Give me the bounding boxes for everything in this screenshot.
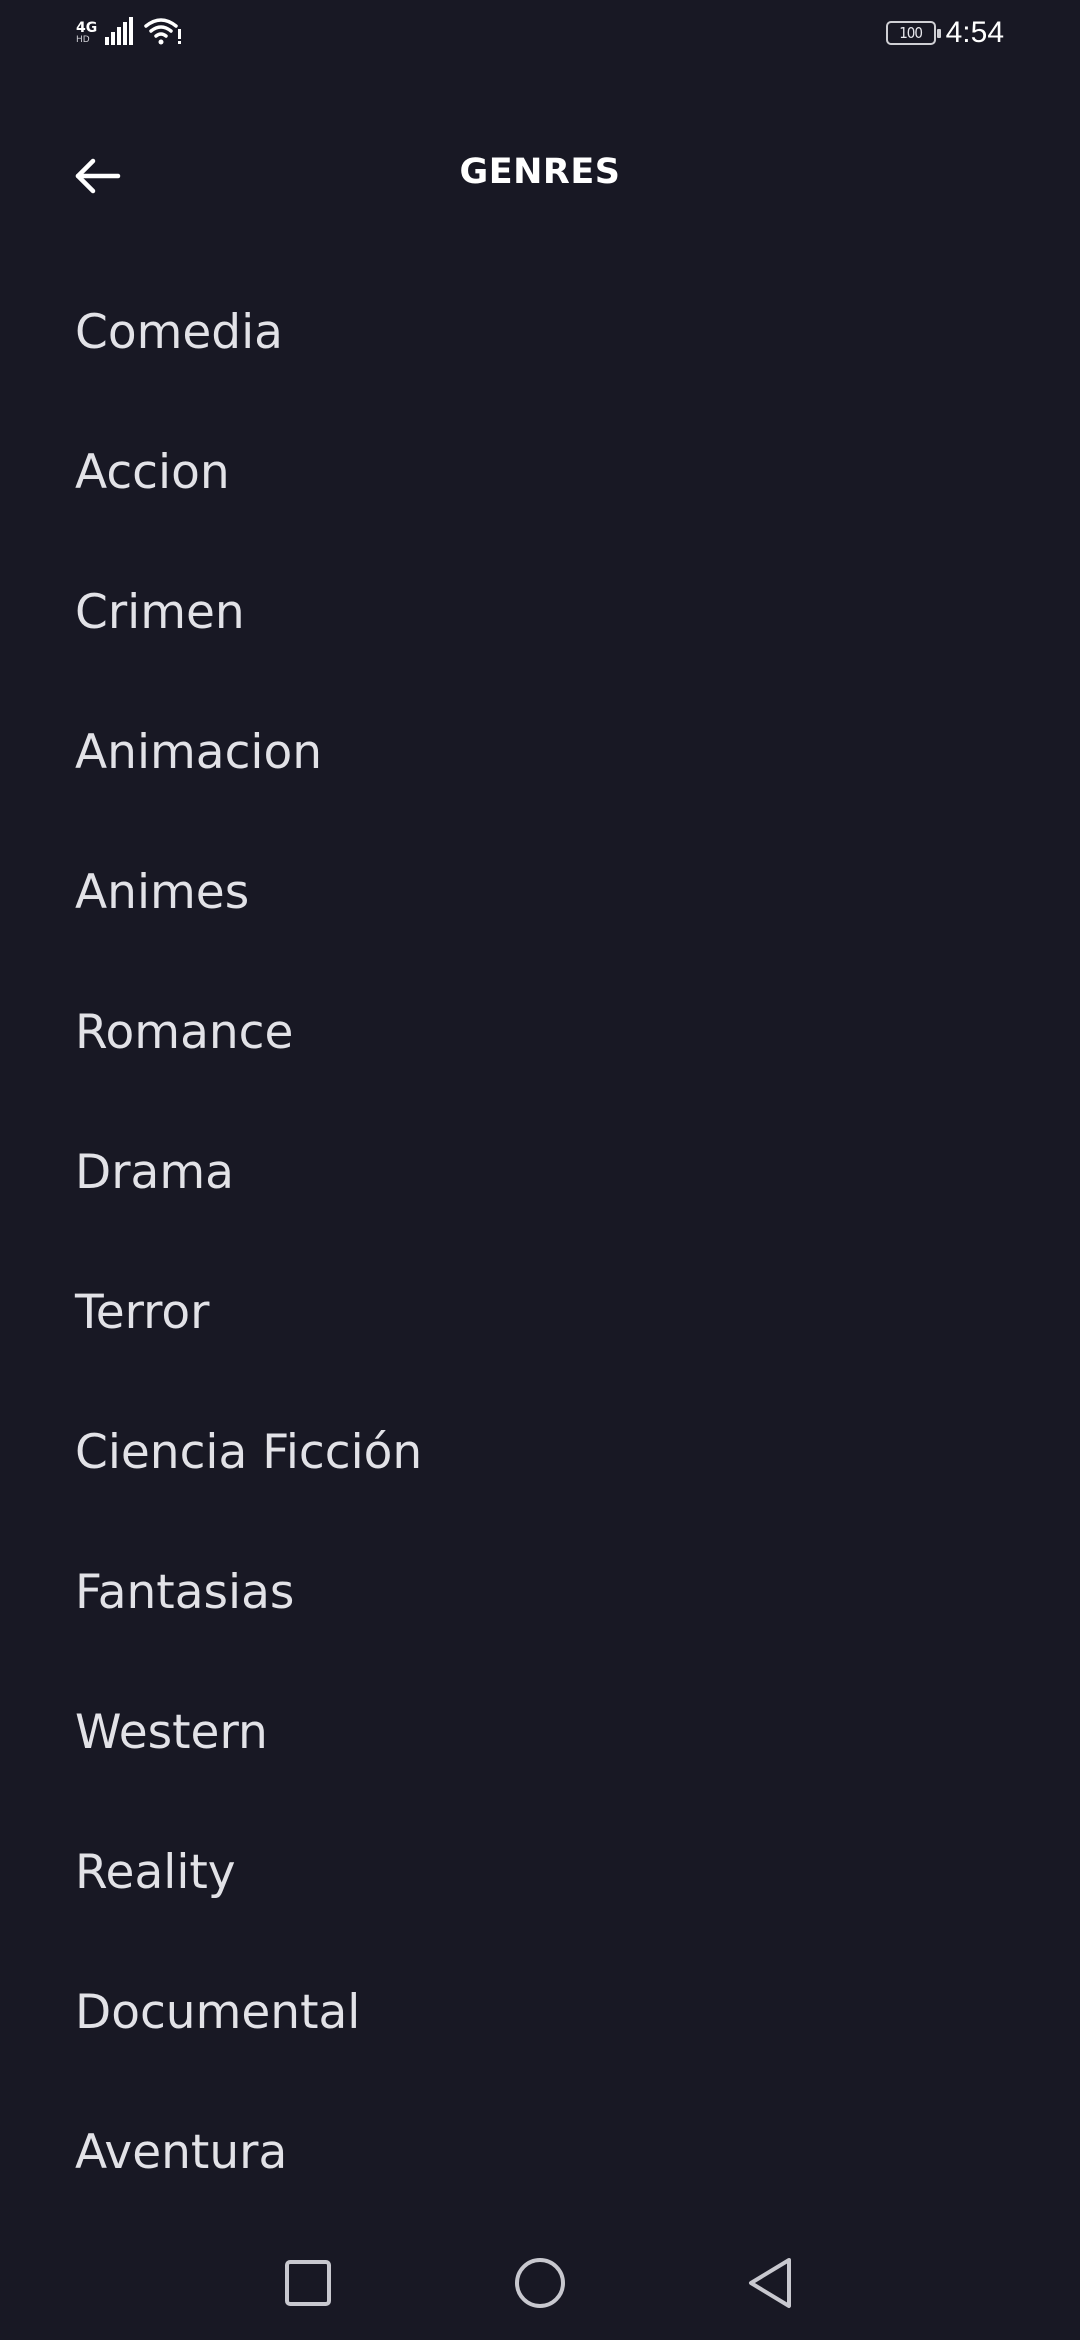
battery-level: 100 (899, 24, 923, 42)
battery-icon: 100 (885, 21, 941, 45)
signal-icon (105, 17, 135, 49)
square-icon (284, 2259, 332, 2311)
genre-item[interactable]: Reality (0, 1802, 1080, 1942)
genre-item[interactable]: Animes (0, 822, 1080, 962)
genre-item[interactable]: Aventura (0, 2082, 1080, 2222)
status-bar: 4G HD 100 4:54 (0, 0, 1080, 70)
genres-screen: 4G HD 100 4:54 GENRES Comedia Accion Cri… (0, 0, 1080, 2340)
genre-item[interactable]: Accion (0, 402, 1080, 542)
status-left: 4G HD (76, 16, 183, 50)
clock: 4:54 (945, 16, 1004, 49)
genre-item[interactable]: Romance (0, 962, 1080, 1102)
network-type: 4G HD (76, 21, 97, 45)
genre-item[interactable]: Terror (0, 1242, 1080, 1382)
genre-item[interactable]: Documental (0, 1942, 1080, 2082)
genre-item[interactable]: Animacion (0, 682, 1080, 822)
genre-item[interactable]: Comedia (0, 262, 1080, 402)
recent-apps-button[interactable] (273, 2250, 343, 2320)
network-label: 4G (76, 20, 98, 36)
triangle-back-icon (745, 2256, 795, 2314)
genre-item[interactable]: Drama (0, 1102, 1080, 1242)
network-sub-label: HD (76, 35, 90, 45)
home-button[interactable] (505, 2250, 575, 2320)
system-nav-bar (0, 2230, 1080, 2340)
genre-item[interactable]: Ciencia Ficción (0, 1382, 1080, 1522)
wifi-icon (143, 16, 183, 50)
genre-item[interactable]: Fantasias (0, 1522, 1080, 1662)
system-back-button[interactable] (735, 2250, 805, 2320)
genre-item[interactable]: Crimen (0, 542, 1080, 682)
genre-item[interactable]: Western (0, 1662, 1080, 1802)
app-bar: GENRES (0, 130, 1080, 220)
status-right: 100 4:54 (885, 16, 1004, 50)
genre-list: Comedia Accion Crimen Animacion Animes R… (0, 262, 1080, 2222)
circle-icon (513, 2256, 567, 2314)
page-title: GENRES (459, 152, 621, 192)
